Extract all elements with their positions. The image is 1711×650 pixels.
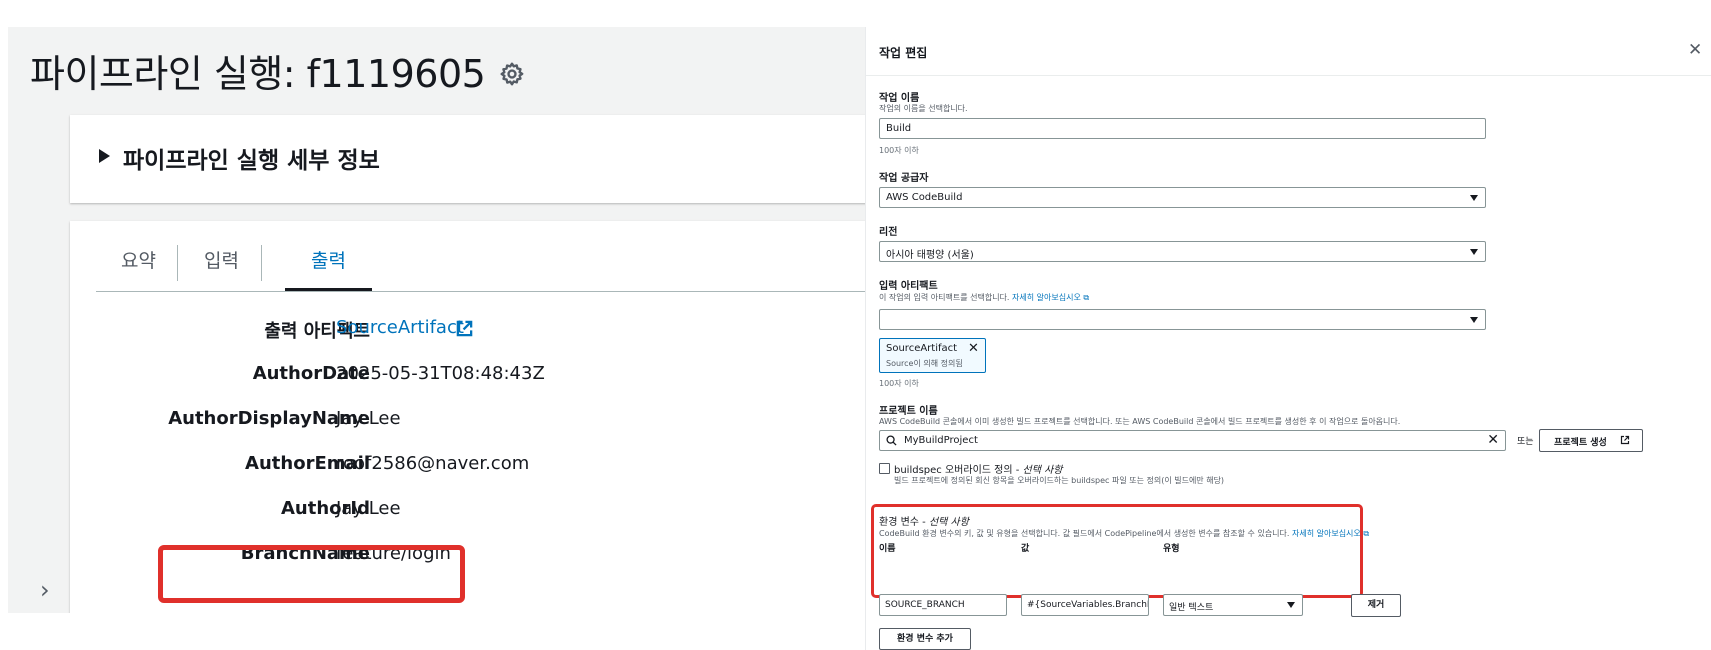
execution-details-title[interactable]: 파이프라인 실행 세부 정보 (123, 141, 380, 175)
learn-more-link[interactable]: 자세히 알아보십시오 (1292, 529, 1361, 538)
action-name-input[interactable] (879, 118, 1486, 139)
external-link-icon (1620, 435, 1630, 445)
page-title: 파이프라인 실행: f1119605 (30, 52, 486, 96)
region-select[interactable]: 아시아 태평양 (서울) (879, 241, 1486, 262)
external-link-icon[interactable]: ⧉ (1083, 293, 1089, 302)
tab-summary[interactable]: 요약 (121, 233, 156, 291)
output-value: Jay Lee (336, 408, 401, 429)
tab-divider (177, 245, 178, 281)
env-name-input[interactable]: SOURCE_BRANCH (879, 594, 1007, 616)
add-env-variable-button[interactable]: 환경 변수 추가 (879, 628, 971, 650)
input-artifacts-desc-text: 이 작업의 입력 아티팩트를 선택합니다. (879, 293, 1010, 302)
drawer-header: 작업 편집 ✕ (866, 27, 1711, 76)
env-variables-description: CodeBuild 환경 변수의 키, 값 및 유형을 선택합니다. 값 필드에… (879, 528, 1369, 539)
region-value: 아시아 태평양 (서울) (886, 250, 974, 261)
input-artifacts-label: 입력 아티팩트 (879, 281, 938, 292)
output-row: AuthorDisplayName Jay Lee (70, 408, 865, 438)
output-value: Jay Lee (336, 498, 401, 519)
caret-down-icon (1470, 195, 1478, 201)
project-value: MyBuildProject (904, 435, 978, 446)
output-row: AuthorDate 2025-05-31T08:48:43Z (70, 363, 865, 393)
project-search-input[interactable]: MyBuildProject ✕ (879, 430, 1506, 451)
tab-bar: 요약 입력 출력 (96, 233, 865, 292)
source-artifact-link[interactable]: SourceArtifact (336, 317, 473, 338)
input-artifacts-hint: 100자 이하 (879, 379, 919, 388)
provider-select[interactable]: AWS CodeBuild (879, 187, 1486, 208)
artifact-token: SourceArtifact Source이 의해 정의됨 ✕ (879, 338, 986, 373)
project-name-label: 프로젝트 이름 (879, 406, 938, 417)
drawer-title: 작업 편집 (879, 46, 928, 60)
create-project-label: 프로젝트 생성 (1554, 438, 1607, 448)
caret-right-icon[interactable] (99, 149, 110, 163)
close-icon[interactable]: ✕ (1688, 40, 1702, 60)
output-row: AuthorId Jay Lee (70, 498, 865, 528)
env-variables-label: 환경 변수 - 선택 사항 (879, 513, 969, 528)
create-project-button[interactable]: 프로젝트 생성 (1539, 429, 1643, 452)
env-type-select[interactable]: 일반 텍스트 (1163, 594, 1303, 616)
chevron-right-icon[interactable]: › (40, 576, 50, 604)
branch-name-highlight (158, 545, 465, 603)
action-name-hint: 100자 이하 (879, 146, 919, 155)
output-row: 출력 아티팩트 SourceArtifact (70, 317, 865, 347)
tab-output[interactable]: 출력 (285, 233, 372, 291)
clear-icon[interactable]: ✕ (1487, 432, 1499, 448)
input-artifacts-select[interactable] (879, 309, 1486, 330)
output-row: AuthorEmail roof2586@naver.com (70, 453, 865, 483)
caret-down-icon (1287, 602, 1295, 608)
output-value: 2025-05-31T08:48:43Z (336, 363, 545, 384)
search-icon (886, 435, 897, 446)
action-name-description: 작업의 이름을 선택합니다. (879, 104, 968, 113)
external-link-icon[interactable] (455, 319, 474, 338)
env-type-value: 일반 텍스트 (1169, 603, 1214, 613)
buildspec-description: 빌드 프로젝트에 정의된 회신 항목을 오버라이드하는 buildspec 파일… (894, 476, 1225, 485)
env-optional: 선택 사항 (928, 517, 969, 528)
tab-input[interactable]: 입력 (204, 233, 239, 291)
env-col-type: 유형 (1163, 544, 1180, 554)
caret-down-icon (1470, 249, 1478, 255)
tab-divider (261, 245, 262, 281)
env-desc-text: CodeBuild 환경 변수의 키, 값 및 유형을 선택합니다. 값 필드에… (879, 529, 1290, 538)
caret-down-icon (1470, 317, 1478, 323)
artifact-token-name: SourceArtifact (886, 343, 958, 354)
source-artifact-label[interactable]: SourceArtifact (336, 317, 464, 338)
project-name-description: AWS CodeBuild 콘솔에서 이미 생성한 빌드 프로젝트를 선택합니다… (879, 417, 1401, 426)
buildspec-override-checkbox[interactable] (879, 463, 890, 474)
or-text: 또는 (1517, 437, 1534, 447)
external-link-icon[interactable]: ⧉ (1363, 529, 1369, 538)
input-artifacts-description: 이 작업의 입력 아티팩트를 선택합니다. 자세히 알아보십시오 ⧉ (879, 292, 1089, 303)
provider-value: AWS CodeBuild (886, 192, 963, 203)
region-label: 리전 (879, 227, 898, 238)
edit-action-drawer: 작업 편집 ✕ 작업 이름 작업의 이름을 선택합니다. 100자 이하 작업 … (865, 27, 1711, 650)
artifact-token-source: Source이 의해 정의됨 (886, 359, 963, 368)
buildspec-override-label: buildspec 오버라이드 정의 - 선택 사항 (894, 461, 1063, 476)
remove-token-icon[interactable]: ✕ (968, 341, 979, 356)
env-col-value: 값 (1021, 544, 1030, 554)
execution-details-card[interactable]: 파이프라인 실행 세부 정보 (70, 115, 865, 203)
remove-button[interactable]: 제거 (1351, 594, 1401, 617)
gear-icon[interactable] (499, 61, 525, 87)
tabs-divider (96, 291, 865, 292)
env-value-input[interactable]: #{SourceVariables.BranchName} (1021, 594, 1149, 616)
env-col-name: 이름 (879, 544, 896, 554)
pipeline-execution-pane: 파이프라인 실행: f1119605 파이프라인 실행 세부 정보 요약 입력 … (8, 27, 865, 613)
output-value: roof2586@naver.com (336, 453, 530, 474)
learn-more-link[interactable]: 자세히 알아보십시오 (1012, 293, 1081, 302)
env-label-text: 환경 변수 - (879, 517, 929, 528)
provider-label: 작업 공급자 (879, 173, 929, 184)
action-name-label: 작업 이름 (879, 93, 920, 104)
